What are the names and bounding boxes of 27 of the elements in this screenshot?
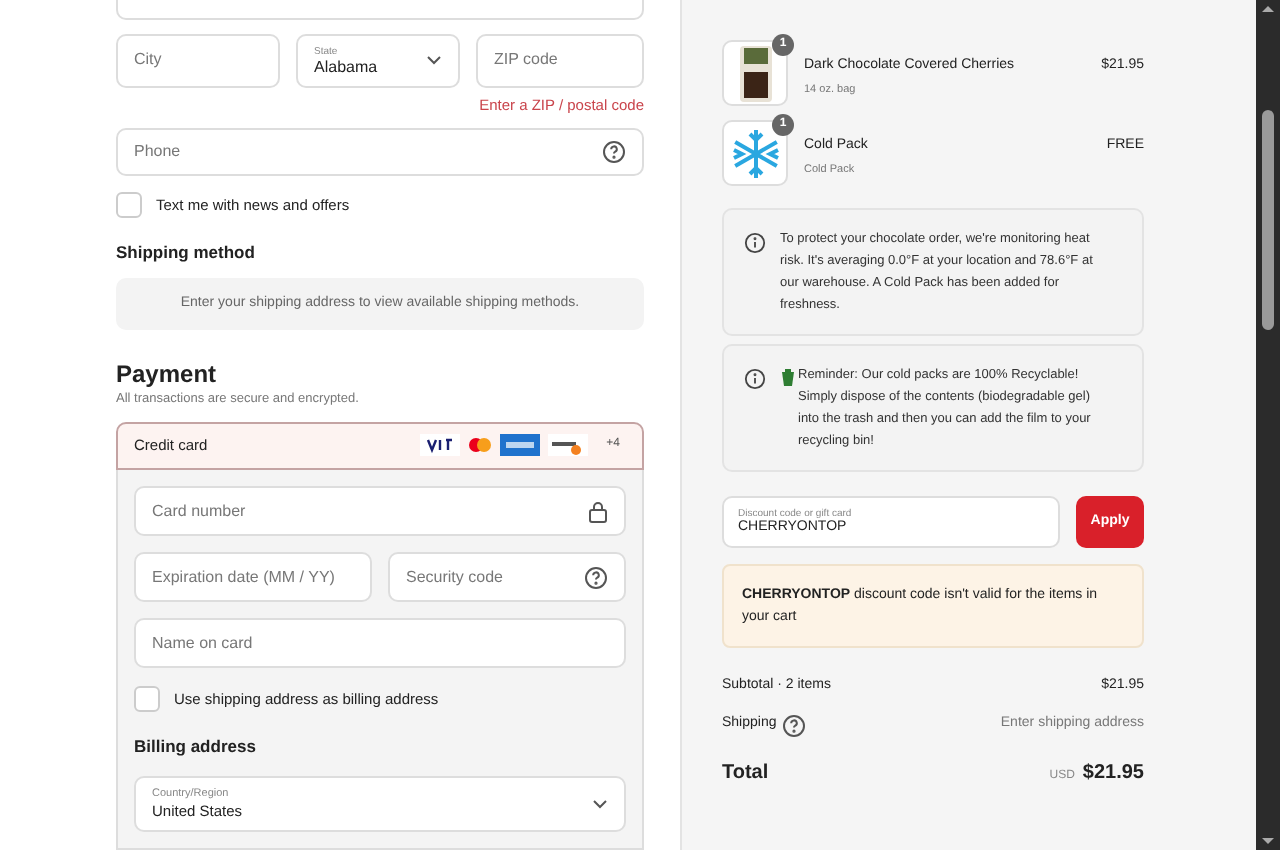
scroll-down-icon[interactable] bbox=[1262, 838, 1274, 846]
info-icon bbox=[744, 368, 766, 390]
scroll-thumb[interactable] bbox=[1262, 110, 1274, 330]
section-heading: Billing address bbox=[134, 734, 258, 760]
chevron-down-icon bbox=[592, 798, 608, 810]
total-label: Total bbox=[722, 759, 769, 787]
chevron-down-icon bbox=[426, 54, 442, 67]
phone-field[interactable]: Phone bbox=[116, 128, 644, 176]
city-field[interactable]: City bbox=[116, 33, 280, 88]
security-code-field[interactable]: Security code bbox=[388, 552, 626, 603]
card-number-field[interactable]: Card number bbox=[134, 486, 626, 537]
checkbox[interactable] bbox=[116, 191, 142, 218]
checkbox[interactable] bbox=[134, 686, 160, 713]
help-icon bbox=[602, 140, 626, 165]
scroll-up-icon[interactable] bbox=[1262, 4, 1274, 12]
section-heading: Shipping method bbox=[116, 239, 257, 266]
help-icon bbox=[584, 565, 608, 590]
info-icon bbox=[744, 232, 766, 254]
name-on-card-field[interactable]: Name on card bbox=[134, 618, 626, 669]
scrollbar[interactable] bbox=[1256, 0, 1280, 850]
zip-field[interactable]: ZIP code bbox=[476, 33, 644, 88]
expiration-date-field[interactable]: Expiration date (MM / YY) bbox=[134, 552, 372, 603]
total-value: $21.95 bbox=[1082, 759, 1144, 787]
help-icon bbox=[782, 713, 807, 737]
payment-heading: Payment bbox=[116, 359, 219, 388]
lock-icon bbox=[588, 499, 608, 524]
address-line-field[interactable] bbox=[116, 0, 644, 20]
